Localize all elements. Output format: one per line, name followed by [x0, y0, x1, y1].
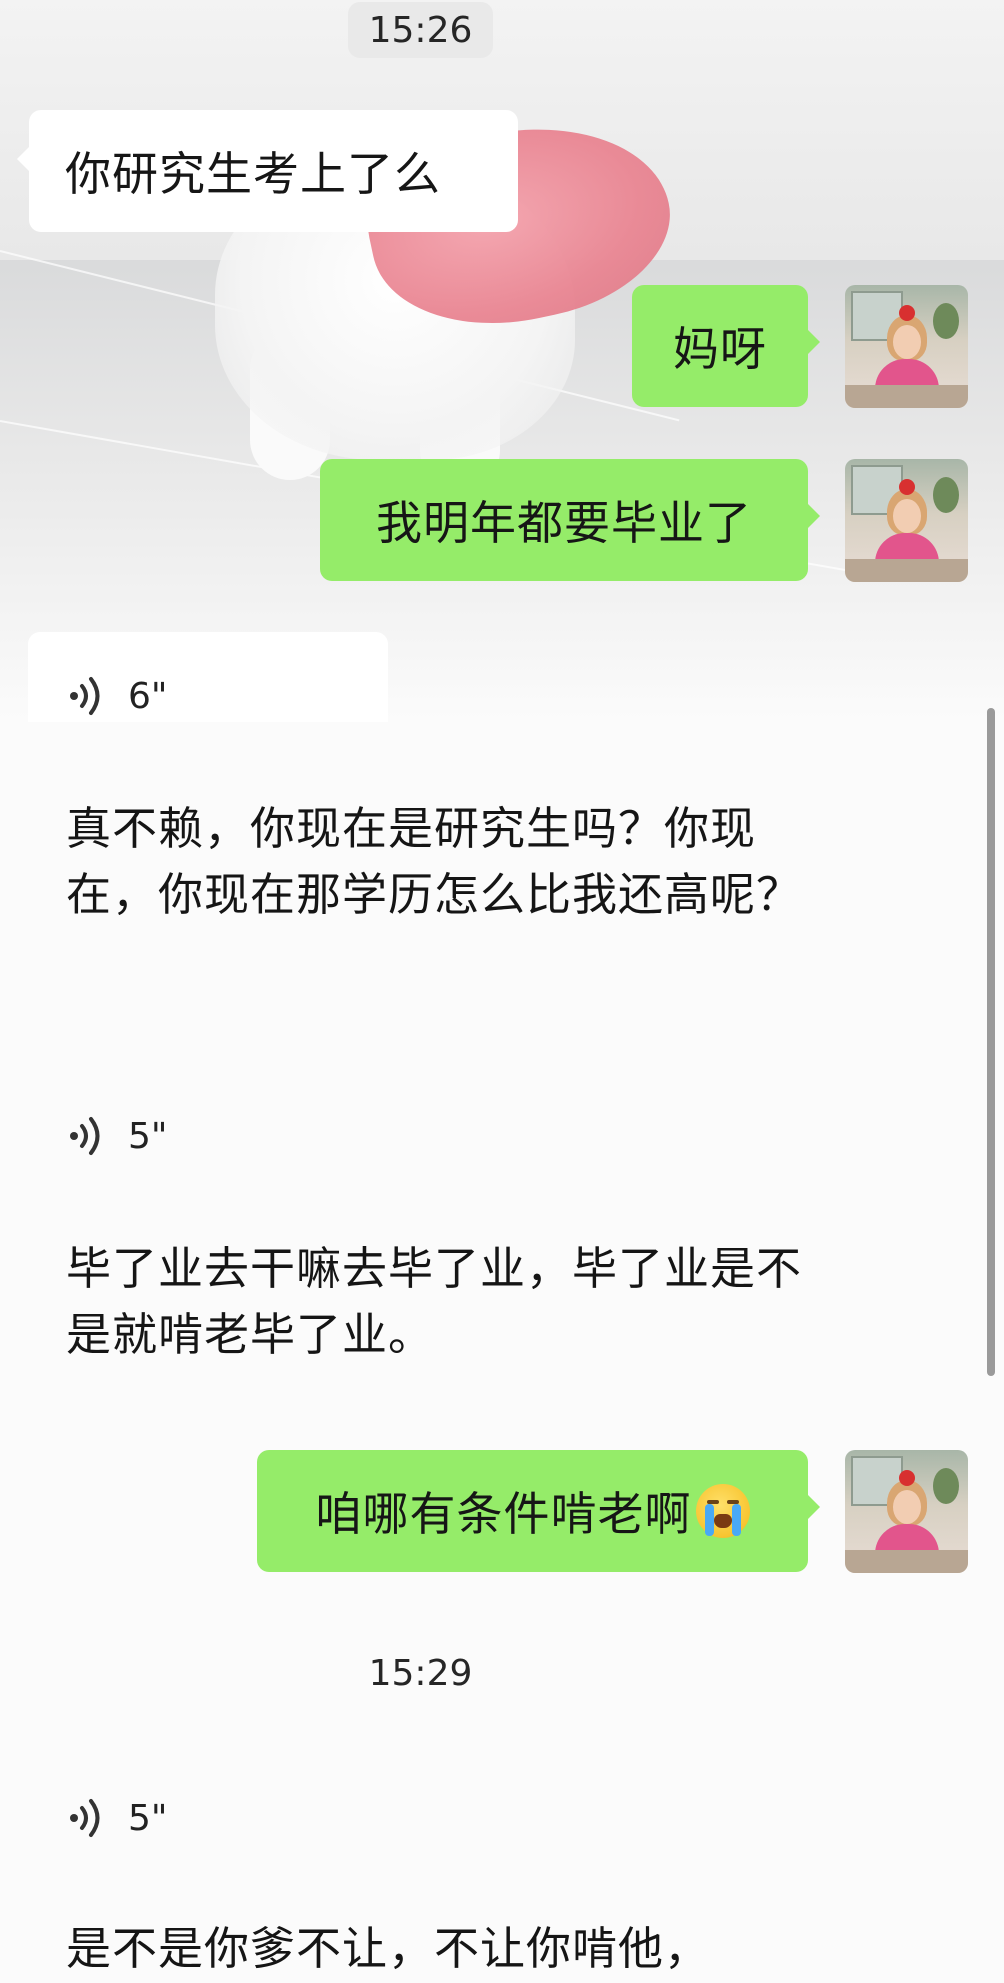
voice-transcript: 毕了业去干嘛去毕了业，毕了业是不是就啃老毕了业。 — [66, 1242, 803, 1361]
voice-duration: 5" — [128, 1115, 168, 1157]
timestamp: 15:26 — [348, 2, 493, 58]
timestamp: 15:29 — [368, 1652, 473, 1694]
voice-message[interactable]: 5" — [66, 1790, 167, 1846]
outgoing-message[interactable]: 咱哪有条件啃老啊 — [257, 1450, 820, 1572]
incoming-message[interactable]: 你研究生考上了么 — [17, 110, 518, 232]
outgoing-message[interactable]: 妈呀 — [632, 285, 820, 407]
user-avatar[interactable] — [845, 285, 968, 408]
voice-wave-icon — [70, 1799, 100, 1837]
voice-wave-icon — [70, 1117, 100, 1155]
crying-emoji-icon — [695, 1484, 750, 1538]
scrollbar[interactable] — [987, 708, 995, 1376]
message-text: 咱哪有条件啃老啊 — [315, 1487, 692, 1541]
outgoing-message[interactable]: 我明年都要毕业了 — [320, 459, 820, 581]
message-text: 你研究生考上了么 — [65, 147, 441, 201]
user-avatar[interactable] — [845, 1450, 968, 1573]
voice-wave-icon — [70, 677, 100, 715]
user-avatar[interactable] — [845, 459, 968, 582]
voice-transcript: 是不是你爹不让，不让你啃他， — [66, 1922, 711, 1975]
voice-message[interactable]: 5" — [66, 1108, 167, 1164]
voice-duration: 5" — [128, 1797, 168, 1839]
voice-transcript: 真不赖，你现在是研究生吗？你现在，你现在那学历怎么比我还高呢？ — [66, 802, 803, 921]
message-text: 我明年都要毕业了 — [376, 496, 752, 550]
voice-duration: 6" — [128, 675, 168, 717]
message-text: 妈呀 — [673, 322, 767, 376]
voice-message[interactable]: 6" — [66, 668, 167, 724]
